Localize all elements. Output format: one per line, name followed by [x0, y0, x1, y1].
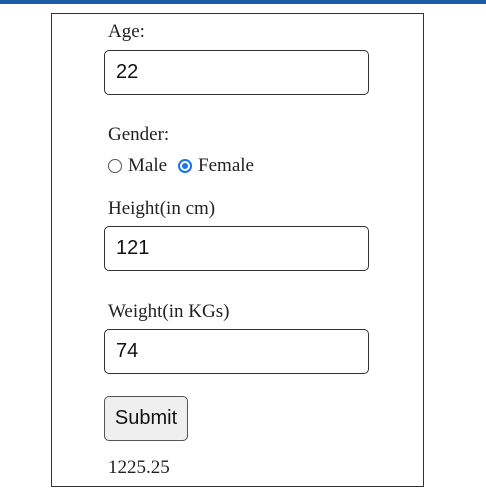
gender-male-label: Male	[128, 155, 168, 176]
gender-radio-group: Male Female	[108, 154, 265, 178]
submit-button[interactable]: Submit	[104, 396, 188, 441]
result-text: 1225.25	[108, 457, 170, 478]
height-label: Height(in cm)	[108, 198, 216, 219]
top-bar	[0, 0, 486, 4]
gender-male-radio[interactable]	[108, 159, 122, 173]
age-label: Age:	[108, 21, 145, 42]
age-input[interactable]: 22	[104, 50, 369, 95]
gender-female-label: Female	[198, 155, 254, 176]
height-input[interactable]: 121	[104, 226, 369, 271]
gender-label: Gender:	[108, 124, 170, 145]
weight-label: Weight(in KGs)	[108, 301, 230, 322]
weight-input[interactable]: 74	[104, 329, 369, 374]
gender-female-radio[interactable]	[178, 159, 193, 173]
